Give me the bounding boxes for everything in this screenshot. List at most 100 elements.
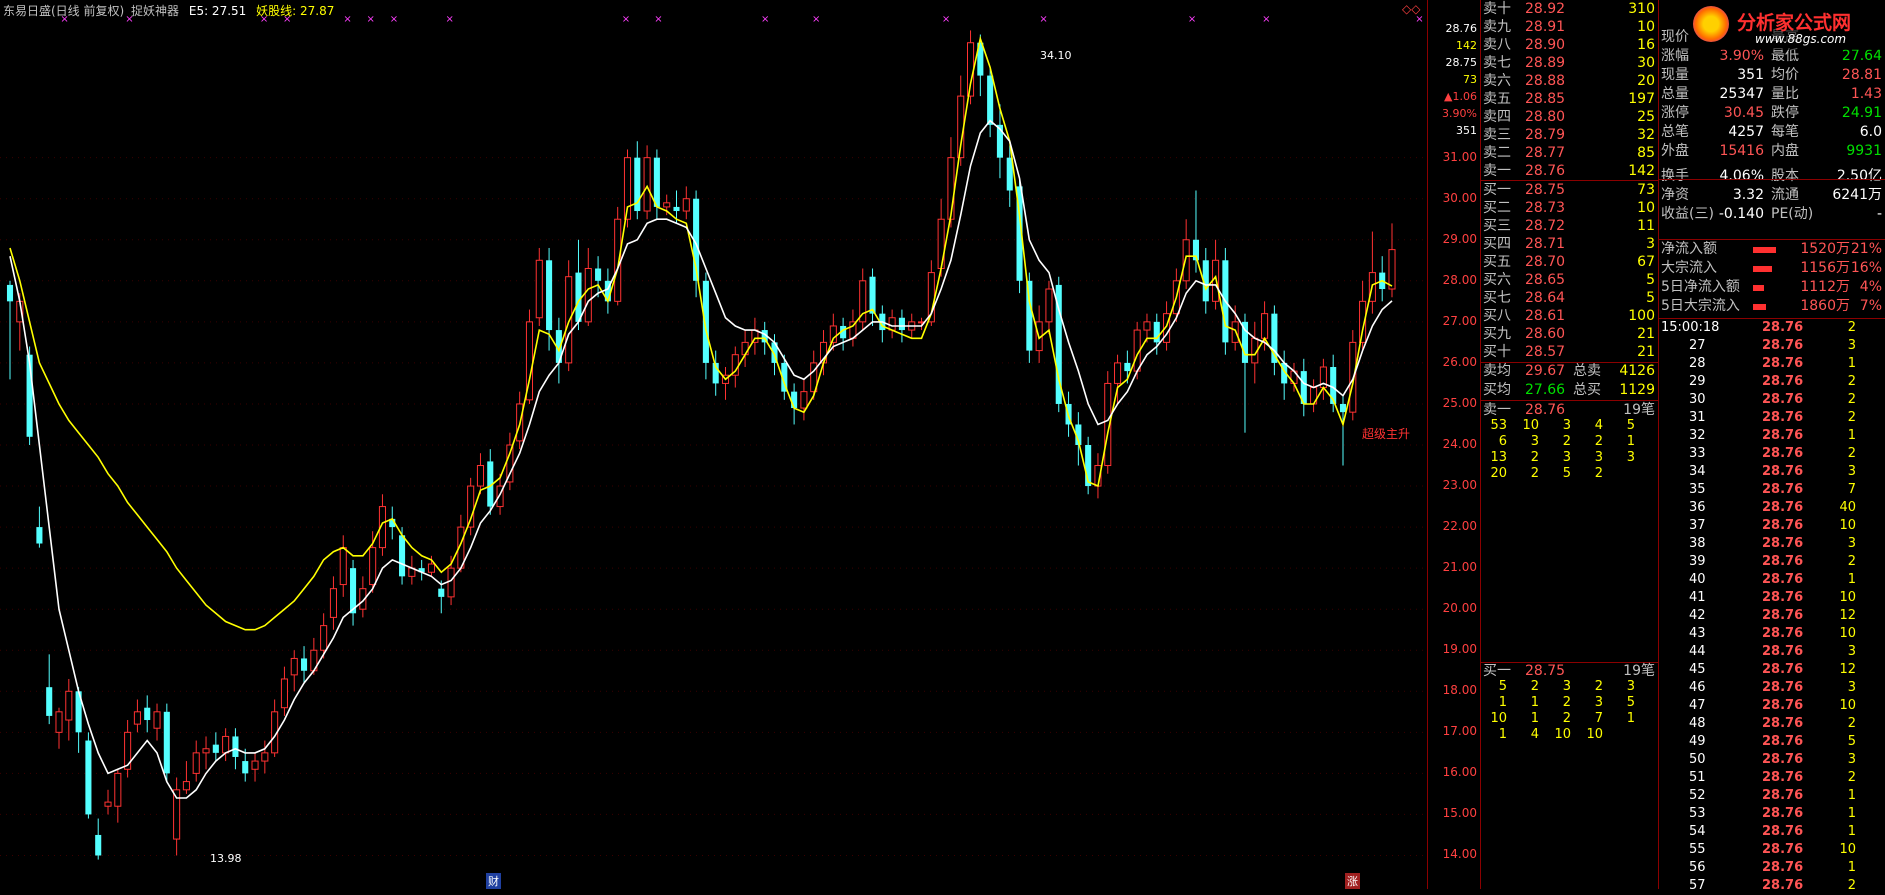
- candle-body: [987, 75, 994, 125]
- bid-row[interactable]: 买二 28.73 10: [1481, 199, 1659, 218]
- candle-body: [36, 527, 43, 544]
- signal-marker-icon: ×: [1039, 14, 1047, 25]
- low-value: 13.98: [210, 852, 242, 865]
- tick-row: 45 28.76 12: [1689, 662, 1856, 677]
- axis-tick-label: 30.00: [1442, 190, 1477, 205]
- signal-marker-icon: ×: [367, 14, 375, 25]
- candle-body: [438, 588, 445, 597]
- diamond-icon[interactable]: ◇◇: [1402, 2, 1420, 16]
- flow-row: 净流入额 1520万 21%: [1661, 241, 1882, 257]
- axis-top-value: ▲1.06: [1444, 90, 1477, 103]
- candle-body: [163, 711, 170, 774]
- candle-body: [1114, 362, 1122, 384]
- axis-tick-label: 28.00: [1442, 272, 1477, 287]
- axis-tick-label: 20.00: [1442, 601, 1477, 616]
- axis-tick-label: 31.00: [1442, 149, 1477, 164]
- tick-row: 31 28.76 2: [1689, 410, 1856, 425]
- signal-marker-icon: ×: [942, 14, 950, 25]
- stats-row: 收益(三) -0.140 PE(动) -: [1661, 206, 1882, 222]
- bid-row[interactable]: 买八 28.61 100: [1481, 307, 1659, 326]
- tick-row: 27 28.76 3: [1689, 338, 1856, 353]
- candle-body: [427, 563, 435, 573]
- watermark-url: www.88gs.com: [1755, 32, 1847, 46]
- ask-row[interactable]: 卖三 28.79 32: [1481, 126, 1659, 145]
- tick-row: 52 28.76 1: [1689, 788, 1856, 803]
- avg-buy-row: 买均 27.66 总买 1129: [1483, 382, 1655, 398]
- tick-row: 42 28.76 12: [1689, 608, 1856, 623]
- candle-body: [643, 157, 651, 212]
- stats-row: 总量 25347 量比 1.43: [1661, 86, 1882, 102]
- candle-body: [1124, 362, 1131, 372]
- ask-row[interactable]: 卖六 28.88 20: [1481, 72, 1659, 91]
- queue-cell: 1: [1626, 711, 1635, 726]
- queue-cell: 10: [1586, 727, 1603, 742]
- bid-row[interactable]: 买十 28.57 21: [1481, 343, 1659, 362]
- signal-marker-icon: ×: [343, 14, 351, 25]
- queue-cell: 1: [1626, 434, 1635, 449]
- bid-row[interactable]: 买九 28.60 21: [1481, 325, 1659, 344]
- bid-row[interactable]: 买六 28.65 5: [1481, 271, 1659, 290]
- ask-row[interactable]: 卖四 28.80 25: [1481, 108, 1659, 127]
- bid-row[interactable]: 买七 28.64 5: [1481, 289, 1659, 308]
- low-annotation: 13.98: [210, 852, 242, 865]
- chart-title: 东易日盛(日线 前复权): [3, 4, 125, 18]
- candle-body: [290, 657, 298, 676]
- candle-body: [153, 711, 161, 729]
- tick-row: 33 28.76 2: [1689, 446, 1856, 461]
- axis-tick-label: 27.00: [1442, 313, 1477, 328]
- queue-cell: 5: [1626, 695, 1635, 710]
- candle-body: [1339, 403, 1347, 413]
- candle-body: [222, 735, 230, 754]
- ask-row[interactable]: 卖八 28.90 16: [1481, 36, 1659, 55]
- stats-row: 外盘 15416 内盘 9931: [1661, 143, 1882, 159]
- ask-row[interactable]: 卖九 28.91 10: [1481, 18, 1659, 37]
- signal-marker-icon: ×: [654, 14, 662, 25]
- flow-bar: [1753, 304, 1766, 310]
- candle-body: [114, 772, 122, 807]
- avg-sell-row: 卖均 29.67 总卖 4126: [1483, 363, 1655, 379]
- axis-top-value: 351: [1456, 124, 1477, 137]
- candle-body: [1388, 249, 1396, 290]
- ask-row[interactable]: 卖十 28.92 310: [1481, 0, 1659, 19]
- ask-row[interactable]: 卖五 28.85 197: [1481, 90, 1659, 109]
- signal-marker-icon: ×: [1262, 14, 1270, 25]
- axis-top-value: 28.76: [1445, 22, 1478, 35]
- tick-row: 49 28.76 5: [1689, 734, 1856, 749]
- tick-row: 44 28.76 3: [1689, 644, 1856, 659]
- queue-cell: 5: [1626, 418, 1635, 433]
- e5-series: [9, 119, 1393, 799]
- kline-chart[interactable]: ×××××××××××××××××× 东易日盛(日线 前复权) 捉妖神器 E5:…: [0, 0, 1427, 889]
- high-annotation: 34.10: [1040, 49, 1072, 62]
- chart-header: 东易日盛(日线 前复权) 捉妖神器 E5: 27.51 妖股线: 27.87: [3, 2, 334, 19]
- flow-bar: [1753, 285, 1764, 291]
- tick-row: 34 28.76 3: [1689, 464, 1856, 479]
- tick-row: 56 28.76 1: [1689, 860, 1856, 875]
- zhang-marker[interactable]: 涨: [1345, 873, 1360, 889]
- ask-row[interactable]: 卖二 28.77 85: [1481, 144, 1659, 163]
- bid-row[interactable]: 买三 28.72 11: [1481, 217, 1659, 236]
- candle-body: [133, 711, 141, 725]
- ask-row[interactable]: 卖七 28.89 30: [1481, 54, 1659, 73]
- ask-row[interactable]: 卖一 28.76 142: [1481, 162, 1659, 181]
- candle-body: [95, 834, 102, 856]
- candle-body: [898, 317, 905, 331]
- bid-row[interactable]: 买一 28.75 73: [1481, 181, 1659, 200]
- stats-row: 净资 3.32 流通 6241万: [1661, 187, 1882, 203]
- bid-row[interactable]: 买五 28.70 67: [1481, 253, 1659, 272]
- indicator-name: 捉妖神器: [131, 4, 180, 18]
- candle-body: [320, 625, 328, 651]
- candle-body: [702, 280, 709, 363]
- tick-row: 15:00:18 28.76 2: [1661, 320, 1856, 335]
- signal-marker-icon: ×: [390, 14, 398, 25]
- flow-row: 5日净流入额 1112万 4%: [1661, 279, 1882, 295]
- candle-body: [869, 276, 876, 314]
- candle-body: [329, 588, 337, 618]
- kline-svg[interactable]: ××××××××××××××××××: [0, 0, 1427, 889]
- bid-row[interactable]: 买四 28.71 3: [1481, 235, 1659, 254]
- candle-body: [242, 761, 249, 774]
- yaoline-value: 妖股线: 27.87: [256, 4, 335, 18]
- signal-text: 超级主升: [1362, 427, 1411, 441]
- tick-row: 48 28.76 2: [1689, 716, 1856, 731]
- candle-body: [673, 206, 680, 212]
- cai-marker[interactable]: 财: [486, 873, 501, 889]
